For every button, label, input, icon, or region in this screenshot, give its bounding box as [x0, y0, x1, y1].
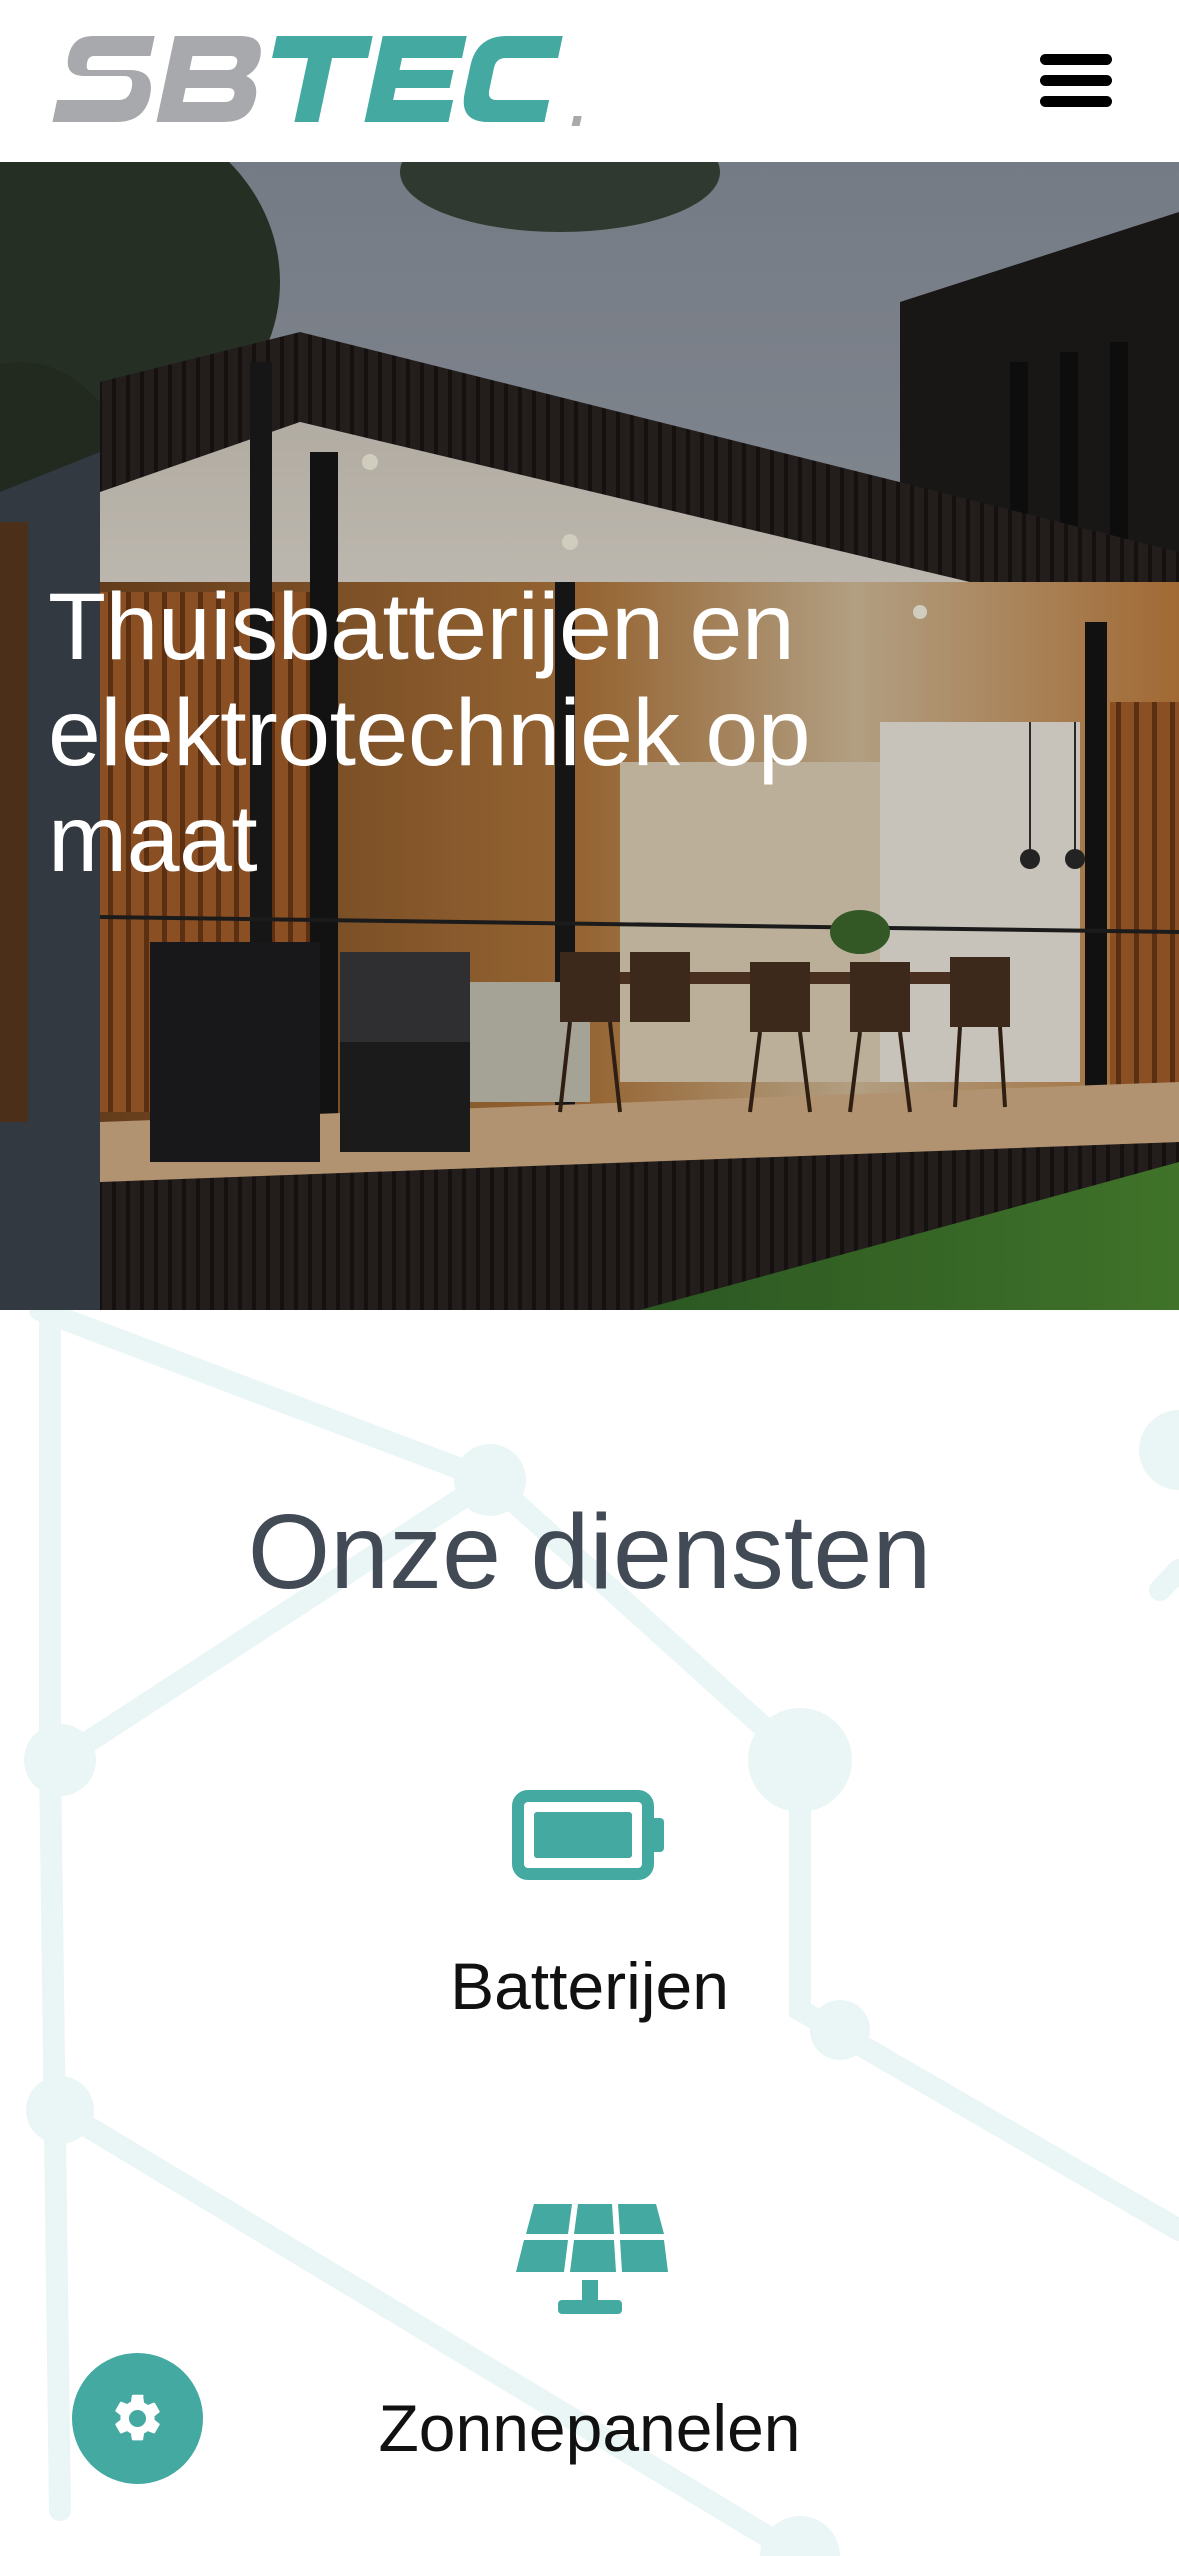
- service-item-zonnepanelen[interactable]: Zonnepanelen: [0, 2200, 1179, 2520]
- battery-icon: [511, 1790, 664, 1880]
- site-header: [0, 0, 1179, 162]
- service-label-batterijen: Batterijen: [450, 1949, 729, 2023]
- hero-title: Thuisbatterijen en elektrotechniek op ma…: [48, 574, 811, 892]
- solar-panel-icon: [515, 2204, 668, 2314]
- service-item-batterijen[interactable]: Batterijen: [0, 1790, 1179, 2110]
- hero-section: Thuisbatterijen en elektrotechniek op ma…: [0, 162, 1179, 1310]
- hamburger-menu-button[interactable]: [1040, 54, 1112, 108]
- hamburger-menu-icon: [1040, 54, 1112, 107]
- gear-icon: [115, 2394, 160, 2441]
- logo[interactable]: [44, 30, 584, 130]
- settings-button[interactable]: [72, 2353, 203, 2484]
- sbtec-logo-graphic: [52, 36, 582, 126]
- services-title: Onze diensten: [247, 1493, 932, 1611]
